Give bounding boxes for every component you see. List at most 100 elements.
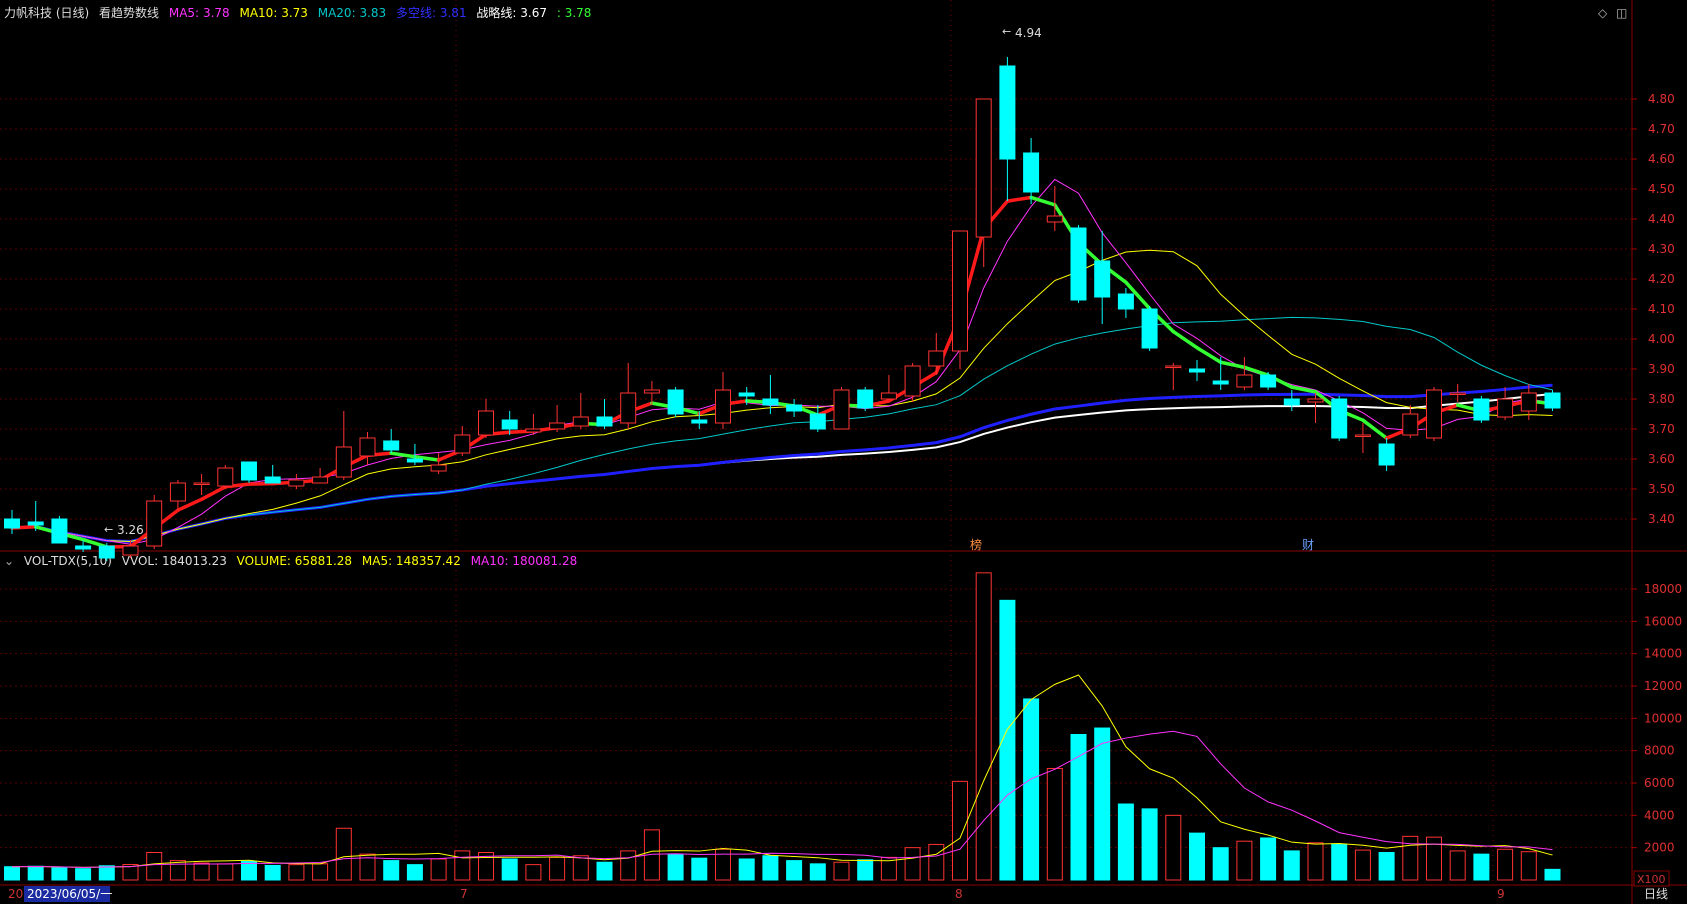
price-tick-label: 4.20 — [1648, 272, 1675, 286]
volume-axis: 18000 16000 14000 12000 10000 8000 6000 4000 200… — [1632, 582, 1682, 855]
candle-body — [1283, 398, 1300, 406]
volume-bar — [1378, 852, 1395, 881]
candle-body — [312, 476, 329, 484]
volume-bar — [1331, 843, 1348, 881]
candle-body — [549, 422, 566, 430]
volume-bar — [833, 861, 850, 881]
candle-body — [193, 482, 210, 485]
volume-tick-label: 4000 — [1644, 808, 1675, 822]
volume-bar — [27, 865, 44, 881]
volume-bar — [952, 780, 968, 881]
candle-body — [359, 437, 376, 457]
month-9-label: 9 — [1497, 887, 1505, 901]
price-tick-label: 4.40 — [1648, 212, 1675, 226]
year-cut-label: 20 — [8, 887, 23, 901]
marker-cai[interactable]: 财 — [1302, 538, 1314, 552]
candle-body — [1165, 365, 1182, 368]
price-tick-label: 3.40 — [1648, 512, 1675, 526]
volume-bar — [193, 862, 210, 881]
candle-body — [975, 98, 992, 238]
volume-bar — [691, 857, 708, 881]
volume-bar — [762, 855, 779, 881]
volume-tick-label: 8000 — [1644, 744, 1675, 758]
volume-bar — [738, 858, 755, 881]
candle-body — [1497, 398, 1514, 418]
candle-body — [51, 518, 68, 544]
volume-bar — [146, 852, 163, 881]
volume-bar — [928, 843, 945, 881]
volume-bar — [264, 864, 281, 881]
candle-body — [596, 416, 613, 427]
volume-ma5-line — [11, 674, 1553, 868]
trend-line-segment — [1029, 195, 1057, 207]
marker-bang[interactable]: 榜 — [970, 537, 982, 552]
high-arrow: ← — [1002, 25, 1011, 38]
volume-bar — [1236, 840, 1253, 881]
month-7-label: 7 — [460, 887, 468, 901]
volume-bar — [1260, 837, 1277, 881]
volume-tick-label: 6000 — [1644, 776, 1675, 790]
candle-body — [1520, 392, 1537, 412]
price-tick-label: 3.90 — [1648, 362, 1675, 376]
candle-body — [1046, 215, 1063, 223]
volume-bar — [549, 856, 566, 881]
volume-bar — [1046, 767, 1063, 881]
volume-bar — [667, 853, 684, 881]
volume-ma-lines — [11, 674, 1553, 868]
volume-bar — [51, 867, 68, 881]
candle-body — [1307, 398, 1324, 403]
trend-line-segment — [1005, 195, 1033, 203]
candle-body — [335, 446, 352, 478]
volume-bar — [1354, 849, 1371, 881]
volume-bar — [1094, 727, 1111, 881]
candle-body — [430, 464, 447, 472]
candle-body — [501, 419, 518, 430]
indicator-lines — [10, 178, 1555, 549]
volume-bar — [430, 858, 447, 881]
candle-body — [691, 419, 708, 424]
volume-bar — [1449, 850, 1466, 881]
price-tick-label: 3.50 — [1648, 482, 1675, 496]
candle-body — [880, 392, 897, 400]
candle-body — [1212, 380, 1229, 385]
stock-chart[interactable]: 4.94 ← ← 3.26 榜 财 7 8 9 20 2023/06/05/一 … — [0, 0, 1687, 904]
volume-bar — [75, 868, 92, 881]
price-tick-label: 4.30 — [1648, 242, 1675, 256]
candle-body — [952, 230, 968, 352]
price-axis: 4.80 4.70 4.60 4.50 4.40 4.30 4.20 4.10 4.00 3.90… — [1632, 92, 1675, 526]
candle-body — [904, 365, 921, 397]
candle-body — [1236, 374, 1253, 388]
candle-body — [1378, 443, 1395, 466]
candle-body — [1354, 434, 1371, 437]
candle-body — [620, 392, 637, 424]
volume-bar — [406, 864, 423, 881]
volume-bars — [4, 572, 1561, 881]
volume-bar — [1520, 851, 1537, 881]
price-tick-label: 4.80 — [1648, 92, 1675, 106]
candle-body — [643, 389, 660, 394]
volume-bar — [1023, 698, 1040, 881]
volume-bar — [809, 863, 826, 881]
candle-body — [478, 410, 494, 436]
candle-body — [928, 350, 945, 367]
candle-body — [786, 404, 803, 412]
price-tick-label: 3.70 — [1648, 422, 1675, 436]
candle-body — [809, 413, 826, 430]
candle-body — [1141, 308, 1158, 349]
volume-bar — [1473, 853, 1490, 881]
price-tick-label: 4.00 — [1648, 332, 1675, 346]
volume-bar — [904, 847, 921, 881]
price-tick-label: 3.80 — [1648, 392, 1675, 406]
volume-bar — [383, 860, 400, 881]
candle-body — [454, 434, 471, 454]
candle-body — [1402, 413, 1419, 436]
period-tab[interactable]: 日线 — [1644, 887, 1668, 901]
volume-bar — [857, 859, 874, 881]
candle-body — [715, 389, 731, 424]
candle-body — [857, 389, 874, 409]
candle-body — [1070, 227, 1087, 301]
candle-body — [1449, 392, 1466, 395]
volume-bar — [454, 850, 471, 881]
volume-bar — [1141, 808, 1158, 881]
volume-unit-label: X100 — [1637, 873, 1666, 886]
